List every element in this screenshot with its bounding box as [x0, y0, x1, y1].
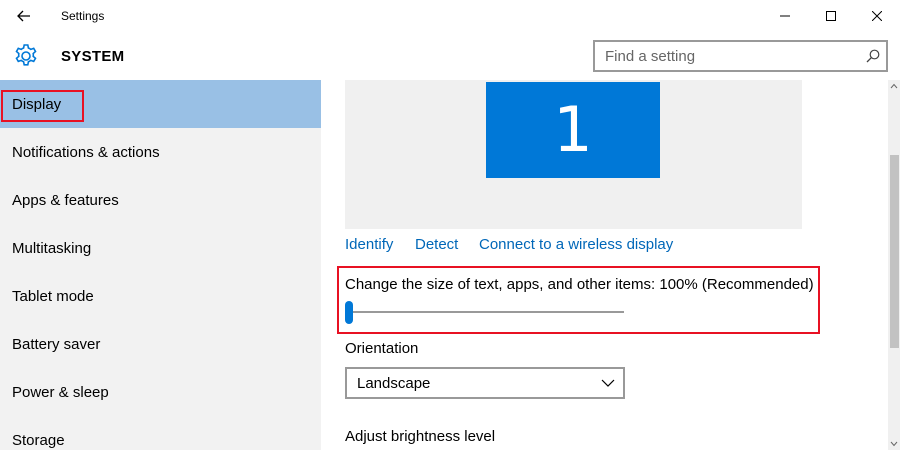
minimize-icon: [780, 15, 790, 17]
orientation-value: Landscape: [357, 375, 431, 392]
close-button[interactable]: [854, 0, 900, 32]
scale-highlight-box: [337, 266, 820, 334]
sidebar-item-label: Notifications & actions: [12, 144, 160, 161]
search-input[interactable]: [595, 42, 855, 70]
monitor-1-tile[interactable]: 1: [486, 82, 660, 178]
sidebar: Display Notifications & actions Apps & f…: [0, 80, 321, 450]
sidebar-item-label: Power & sleep: [12, 384, 109, 401]
chevron-down-icon: [601, 379, 615, 387]
close-icon: [872, 11, 882, 21]
page-title: SYSTEM: [61, 48, 125, 65]
title-bar: Settings: [0, 0, 900, 32]
sidebar-item-battery-saver[interactable]: Battery saver: [0, 320, 321, 368]
search-box[interactable]: [593, 40, 888, 72]
minimize-button[interactable]: [762, 0, 808, 32]
maximize-button[interactable]: [808, 0, 854, 32]
detect-link[interactable]: Detect: [415, 236, 458, 253]
connect-wireless-display-link[interactable]: Connect to a wireless display: [479, 236, 673, 253]
scroll-down-button[interactable]: [888, 438, 900, 450]
display-highlight-box: [1, 90, 84, 122]
sidebar-item-tablet-mode[interactable]: Tablet mode: [0, 272, 321, 320]
window-title: Settings: [61, 9, 105, 23]
sidebar-item-power-sleep[interactable]: Power & sleep: [0, 368, 321, 416]
orientation-dropdown[interactable]: Landscape: [345, 367, 625, 399]
sidebar-item-apps-features[interactable]: Apps & features: [0, 176, 321, 224]
sidebar-item-multitasking[interactable]: Multitasking: [0, 224, 321, 272]
display-settings-pane: 1 Identify Detect Connect to a wireless …: [321, 80, 888, 450]
gear-icon: [15, 44, 37, 66]
orientation-label: Orientation: [345, 340, 419, 357]
scroll-thumb[interactable]: [890, 155, 899, 348]
search-icon[interactable]: [866, 49, 880, 63]
back-button[interactable]: [0, 0, 48, 32]
back-arrow-icon: [17, 10, 30, 22]
sidebar-item-storage[interactable]: Storage: [0, 416, 321, 450]
sidebar-item-notifications[interactable]: Notifications & actions: [0, 128, 321, 176]
sidebar-item-label: Apps & features: [12, 192, 119, 209]
sidebar-item-label: Battery saver: [12, 336, 101, 353]
sidebar-item-label: Storage: [12, 432, 65, 449]
scroll-up-button[interactable]: [888, 80, 900, 92]
identify-link[interactable]: Identify: [345, 236, 393, 253]
sidebar-item-label: Multitasking: [12, 240, 92, 257]
maximize-icon: [826, 11, 836, 21]
settings-header: SYSTEM: [0, 32, 900, 80]
sidebar-item-label: Tablet mode: [12, 288, 94, 305]
vertical-scrollbar[interactable]: [888, 80, 900, 450]
brightness-label: Adjust brightness level: [345, 428, 496, 445]
scroll-up-arrow-icon: [890, 83, 898, 89]
display-arrangement-preview: 1: [345, 80, 802, 229]
scroll-down-arrow-icon: [890, 441, 898, 447]
